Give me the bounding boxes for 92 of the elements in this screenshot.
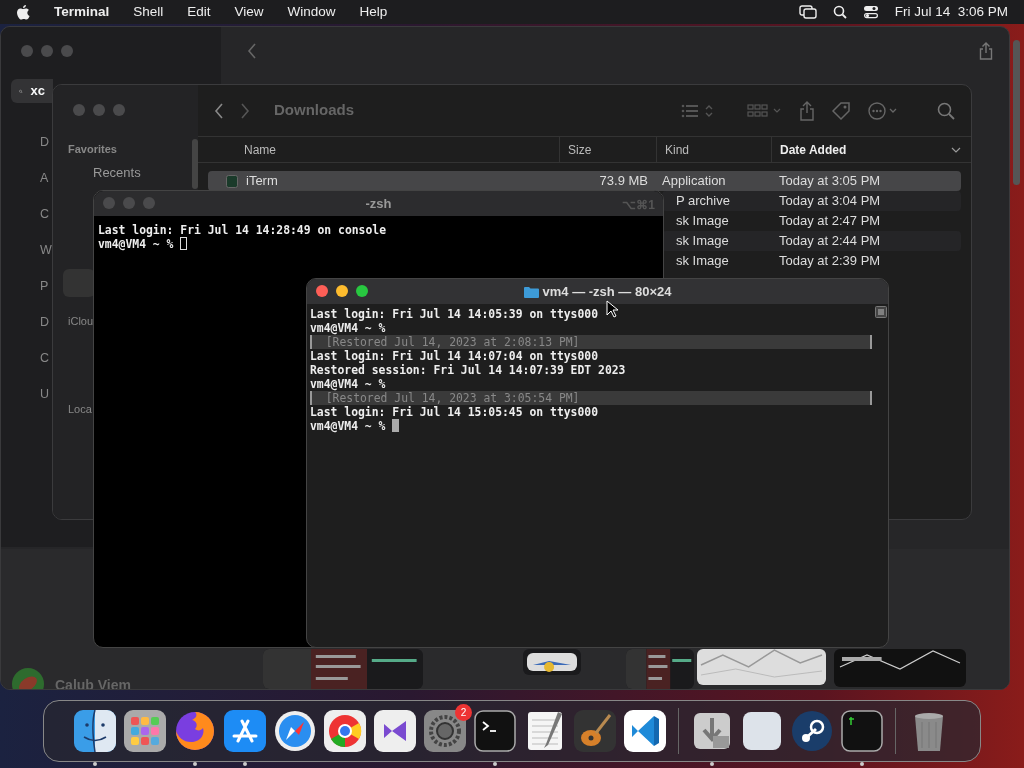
sidebar-item[interactable]: D: [40, 133, 50, 152]
terminal-line: Restored session: Fri Jul 14 14:07:39 EDT 2023: [310, 363, 626, 377]
sidebar-item[interactable]: Recents: [93, 163, 141, 183]
file-row[interactable]: sk Image Today at 2:47 PM: [662, 211, 961, 231]
file-row[interactable]: sk Image Today at 2:44 PM: [662, 231, 961, 251]
folder-icon: [523, 285, 539, 298]
section-heading: iClou: [68, 314, 94, 329]
app-grid-icon[interactable]: [124, 710, 166, 752]
sort-chevron-icon: [951, 146, 961, 153]
menu-item[interactable]: Help: [359, 1, 388, 23]
file-kind: Application: [662, 173, 726, 189]
control-center-icon[interactable]: [862, 5, 879, 19]
app-icon: [226, 174, 238, 188]
menu-item[interactable]: Window: [287, 1, 336, 23]
apple-logo-icon[interactable]: [16, 4, 30, 20]
sidebar-item[interactable]: U: [40, 385, 50, 404]
file-name: iTerm: [246, 172, 278, 191]
notification-count: 2: [455, 704, 472, 721]
compass-icon[interactable]: [274, 710, 316, 752]
selection-highlight: [63, 269, 95, 297]
share-icon[interactable]: [979, 42, 993, 60]
menu-clock[interactable]: Fri Jul 14 3:06 PM: [894, 1, 1008, 23]
back-chevron-icon[interactable]: [247, 43, 257, 59]
file-row[interactable]: iTerm 73.9 MB Application Today at 3:05 PM: [208, 171, 961, 191]
file-kind: sk Image: [676, 233, 729, 249]
window-title: vm4 — -zsh — 80×24: [542, 282, 672, 301]
terminal-line: Last login: Fri Jul 14 14:28:49 on console: [98, 223, 387, 237]
more-options-icon[interactable]: [867, 100, 899, 121]
sidebar-item[interactable]: C: [40, 349, 50, 368]
menu-item[interactable]: View: [234, 1, 264, 23]
column-header[interactable]: Date Added: [771, 137, 971, 162]
terminal-icon[interactable]: [474, 710, 516, 752]
text-cursor: [180, 237, 188, 250]
column-header[interactable]: Name: [198, 137, 559, 162]
window-title: -zsh: [365, 194, 392, 213]
app-store-icon[interactable]: [224, 710, 266, 752]
menu-item[interactable]: Shell: [133, 1, 164, 23]
zoom-button[interactable]: [356, 285, 368, 297]
sidebar-item[interactable]: A: [40, 169, 49, 188]
finder-face-icon[interactable]: [74, 710, 116, 752]
back-chevron-icon[interactable]: [214, 102, 224, 119]
section-heading: Favorites: [68, 142, 117, 157]
scrollbar[interactable]: [1013, 40, 1020, 185]
file-kind: P archive: [676, 193, 730, 209]
restored-marker: [Restored Jul 14, 2023 at 3:05:54 PM]: [310, 391, 872, 405]
search-field[interactable]: xc: [11, 79, 53, 103]
downloads-folder-icon[interactable]: [691, 710, 733, 752]
terminal-line: vm4@VM4 ~ %: [310, 321, 386, 335]
share-icon[interactable]: [799, 100, 815, 121]
tag-icon[interactable]: [831, 100, 851, 121]
sidebar-item[interactable]: W: [40, 241, 52, 260]
scrollbar[interactable]: [192, 139, 198, 189]
terminal-line: vm4@VM4 ~ %: [310, 419, 400, 433]
gear-icon[interactable]: [424, 710, 466, 752]
terminal-prompt-icon[interactable]: [841, 710, 883, 752]
blank-tile-icon[interactable]: [741, 710, 783, 752]
file-date: Today at 2:39 PM: [779, 253, 881, 269]
file-kind: sk Image: [676, 213, 729, 229]
terminal-line: Last login: Fri Jul 14 14:07:04 on ttys000: [310, 349, 599, 363]
sidebar-item[interactable]: P: [40, 277, 49, 296]
column-header[interactable]: Size: [559, 137, 656, 162]
scroll-marks-icon[interactable]: [875, 306, 887, 318]
file-row[interactable]: P archive Today at 3:04 PM: [662, 191, 961, 211]
minimize-button[interactable]: [336, 285, 348, 297]
terminal-line: Last login: Fri Jul 14 14:05:39 on ttys000: [310, 307, 599, 321]
terminal-line: Last login: Fri Jul 14 15:05:45 on ttys000: [310, 405, 599, 419]
terminal-line: vm4@VM4 ~ %: [98, 237, 188, 251]
close-button[interactable]: [316, 285, 328, 297]
file-date: Today at 3:05 PM: [779, 173, 881, 189]
sidebar-item[interactable]: D: [40, 313, 50, 332]
column-header[interactable]: Kind: [656, 137, 771, 162]
file-date: Today at 2:44 PM: [779, 233, 881, 249]
window-title: Downloads: [274, 100, 354, 121]
search-icon[interactable]: [832, 5, 847, 19]
sidebar-item[interactable]: C: [40, 205, 50, 224]
infinity-ribbon-icon[interactable]: [374, 710, 416, 752]
file-kind: sk Image: [676, 253, 729, 269]
guitar-icon[interactable]: [574, 710, 616, 752]
menu-item[interactable]: Terminal: [54, 1, 110, 23]
menu-item[interactable]: Edit: [187, 1, 211, 23]
terminal-line: vm4@VM4 ~ %: [310, 377, 386, 391]
file-row[interactable]: sk Image Today at 2:39 PM: [662, 251, 961, 271]
code-ribbon-icon[interactable]: [624, 710, 666, 752]
file-size: 73.9 MB: [599, 173, 648, 189]
file-date: Today at 2:47 PM: [779, 213, 881, 229]
screen-mirroring-icon[interactable]: [798, 5, 817, 19]
fox-globe-icon[interactable]: [174, 710, 216, 752]
text-cursor: [392, 419, 400, 432]
section-heading: Loca: [68, 402, 92, 417]
file-date: Today at 3:04 PM: [779, 193, 881, 209]
restored-marker: [Restored Jul 14, 2023 at 2:08:13 PM]: [310, 335, 872, 349]
mouse-pointer-icon: [606, 300, 618, 318]
